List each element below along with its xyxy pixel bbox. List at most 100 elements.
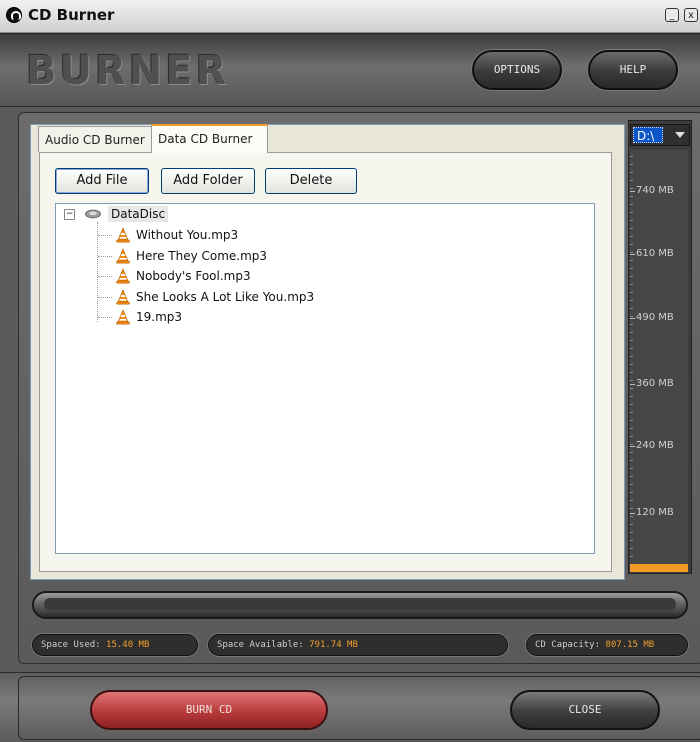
meter-minor-tick [630, 532, 633, 533]
space-used-status: Space Used: 15.40 MB [32, 634, 198, 656]
meter-minor-tick [630, 444, 633, 445]
add-file-button[interactable]: Add File [55, 168, 149, 194]
meter-major-tick [630, 254, 635, 255]
window-title: CD Burner [28, 6, 115, 24]
meter-minor-tick [630, 348, 633, 349]
meter-minor-tick [630, 212, 633, 213]
meter-minor-tick [630, 204, 633, 205]
meter-major-tick [630, 191, 635, 192]
meter-minor-tick [630, 228, 633, 229]
vlc-cone-icon [116, 289, 130, 305]
space-available-label: Space Available: [217, 640, 304, 650]
meter-minor-tick [630, 396, 633, 397]
chevron-down-icon [675, 132, 685, 138]
meter-major-tick [630, 513, 635, 514]
meter-label: 360 MB [636, 378, 674, 389]
meter-minor-tick [630, 324, 633, 325]
meter-label: 240 MB [636, 440, 674, 451]
meter-minor-tick [630, 508, 633, 509]
meter-major-tick [630, 318, 635, 319]
meter-minor-tick [630, 156, 633, 157]
meter-minor-tick [630, 332, 633, 333]
tree-connector [98, 256, 112, 257]
tree-connector [98, 297, 112, 298]
tab-data-cd-burner[interactable]: Data CD Burner [151, 124, 268, 153]
meter-minor-tick [630, 556, 633, 557]
meter-label: 610 MB [636, 248, 674, 259]
meter-minor-tick [630, 284, 633, 285]
meter-minor-tick [630, 372, 633, 373]
cd-capacity-value: 807.15 MB [605, 640, 655, 650]
meter-minor-tick [630, 244, 633, 245]
drive-select[interactable]: D:\ [630, 124, 690, 146]
tree-file-label: She Looks A Lot Like You.mp3 [136, 290, 315, 304]
meter-minor-tick [630, 468, 633, 469]
cd-burner-window: CD Burner _ x BURNER OPTIONS HELP Audio … [0, 0, 700, 742]
meter-minor-tick [630, 188, 633, 189]
vlc-cone-icon [116, 268, 130, 284]
title-bar: CD Burner _ x [0, 0, 700, 33]
meter-minor-tick [630, 300, 633, 301]
tree-file-label: Here They Come.mp3 [136, 249, 268, 263]
meter-minor-tick [630, 220, 633, 221]
vlc-cone-icon [116, 248, 130, 264]
disc-drive-icon [85, 209, 101, 219]
meter-minor-tick [630, 172, 633, 173]
vlc-cone-icon [116, 309, 130, 325]
meter-used-fill [630, 564, 688, 572]
tree-connector [98, 235, 112, 236]
meter-minor-tick [630, 484, 633, 485]
vlc-cone-icon [116, 227, 130, 243]
meter-minor-tick [630, 460, 633, 461]
meter-minor-tick [630, 420, 633, 421]
app-header: BURNER OPTIONS HELP [0, 33, 700, 107]
meter-major-tick [630, 384, 635, 385]
tree-connector [97, 222, 98, 322]
meter-minor-tick [630, 276, 633, 277]
meter-minor-tick [630, 500, 633, 501]
tree-root-datadisc[interactable]: DataDisc [108, 206, 169, 222]
delete-button[interactable]: Delete [265, 168, 357, 194]
meter-minor-tick [630, 436, 633, 437]
tree-connector [98, 317, 112, 318]
meter-label: 490 MB [636, 312, 674, 323]
tree-file-label: 19.mp3 [136, 310, 183, 324]
meter-minor-tick [630, 548, 633, 549]
meter-minor-tick [630, 540, 633, 541]
close-window-button[interactable]: x [684, 8, 698, 22]
meter-minor-tick [630, 260, 633, 261]
meter-label: 120 MB [636, 507, 674, 518]
space-available-status: Space Available: 791.74 MB [208, 634, 508, 656]
close-button[interactable]: CLOSE [510, 690, 660, 730]
collapse-toggle-icon[interactable]: − [64, 209, 75, 220]
meter-minor-tick [630, 380, 633, 381]
meter-minor-tick [630, 268, 633, 269]
meter-minor-tick [630, 252, 633, 253]
cd-capacity-label: CD Capacity: [535, 640, 601, 650]
meter-minor-tick [630, 492, 633, 493]
meter-minor-tick [630, 356, 633, 357]
burner-logo: BURNER [26, 48, 230, 94]
burn-cd-button[interactable]: BURN CD [90, 690, 328, 730]
minimize-button[interactable]: _ [665, 8, 679, 22]
meter-minor-tick [630, 180, 633, 181]
tab-audio-cd-burner[interactable]: Audio CD Burner [38, 126, 152, 152]
app-logo-icon [6, 7, 22, 23]
meter-minor-tick [630, 428, 633, 429]
meter-minor-tick [630, 476, 633, 477]
add-folder-button[interactable]: Add Folder [161, 168, 255, 194]
burn-progress-track [44, 598, 676, 610]
tree-connector [98, 276, 112, 277]
meter-major-tick [630, 446, 635, 447]
meter-minor-tick [630, 308, 633, 309]
options-button[interactable]: OPTIONS [472, 50, 562, 90]
meter-minor-tick [630, 340, 633, 341]
space-used-label: Space Used: [41, 640, 101, 650]
meter-minor-tick [630, 524, 633, 525]
meter-minor-tick [630, 412, 633, 413]
meter-minor-tick [630, 164, 633, 165]
help-button[interactable]: HELP [588, 50, 678, 90]
space-used-value: 15.40 MB [106, 640, 150, 650]
meter-minor-tick [630, 516, 633, 517]
space-available-value: 791.74 MB [309, 640, 358, 650]
